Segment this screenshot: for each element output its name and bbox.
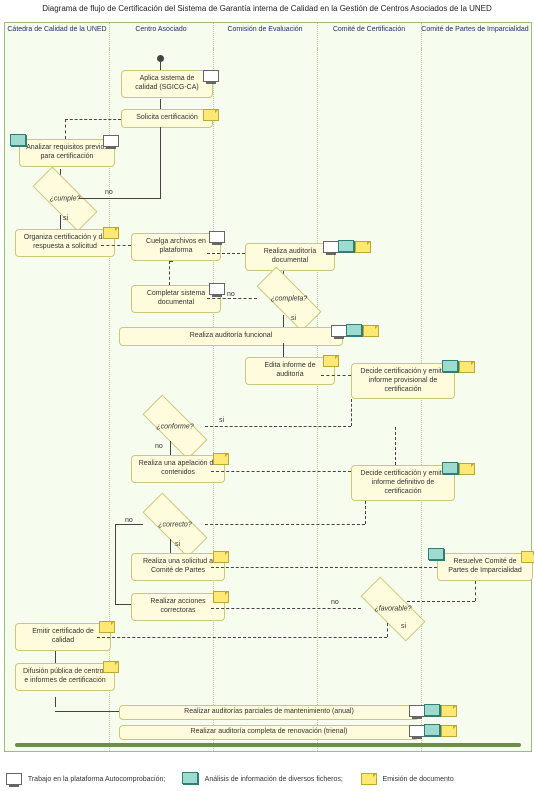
document-icon [213, 453, 229, 465]
computer-icon [6, 773, 22, 785]
label-no: no [227, 291, 235, 298]
activity-resuelve: Resuelve Comité de Partes de Imparcialid… [437, 553, 533, 581]
activity-decide-prov: Decide certificación y emite informe pro… [351, 363, 455, 399]
document-icon [213, 551, 229, 563]
lane-header-catedra: Cátedra de Calidad de la UNED [5, 23, 110, 50]
computer-icon [209, 231, 225, 243]
diagram-canvas: { "title": "Diagrama de flujo de Certifi… [0, 0, 534, 791]
computer-icon [203, 70, 219, 82]
legend: Trabajo en la plataforma Autocomprobació… [6, 773, 528, 785]
activity-analizar: Analizar requisitos previos para certifi… [19, 139, 115, 167]
document-icon [441, 725, 457, 737]
label-no: no [125, 517, 133, 524]
document-icon [521, 551, 534, 563]
stack-icon [443, 361, 459, 373]
document-icon [459, 463, 475, 475]
start-node [157, 55, 164, 62]
computer-icon [103, 135, 119, 147]
lane-header-comision: Comisión de Evaluación [213, 23, 318, 50]
computer-icon [323, 241, 339, 253]
label-si: si [175, 541, 180, 548]
legend-comp: Trabajo en la plataforma Autocomprobació… [28, 776, 166, 783]
computer-icon [409, 705, 425, 717]
computer-icon [209, 283, 225, 295]
stack-icon [425, 705, 441, 717]
document-icon [459, 361, 475, 373]
label-no: no [155, 443, 163, 450]
computer-icon [331, 325, 347, 337]
activity-edita: Edita informe de auditoría [245, 357, 335, 385]
document-icon [323, 355, 339, 367]
stack-icon [11, 135, 27, 147]
activity-aud-trienal: Realizar auditoría completa de renovació… [119, 725, 419, 740]
document-icon [103, 227, 119, 239]
decision-completa: ¿completa? [256, 266, 321, 331]
document-icon [355, 241, 371, 253]
decision-favorable: ¿favorable? [360, 576, 425, 641]
stack-icon [429, 549, 445, 561]
label-si: si [401, 623, 406, 630]
document-icon [363, 325, 379, 337]
activity-realiza-doc: Realiza auditoría documental [245, 243, 335, 271]
label-si: si [291, 315, 296, 322]
activity-acciones: Realizar acciones correctoras [131, 593, 225, 621]
activity-solicita: Solicita certificación [121, 109, 213, 128]
document-icon [103, 661, 119, 673]
activity-apelacion: Realiza una apelación de contenidos [131, 455, 225, 483]
decision-conforme: ¿conforme? [142, 394, 207, 459]
document-icon [213, 591, 229, 603]
document-icon [361, 773, 377, 785]
stack-icon [443, 463, 459, 475]
activity-cuelga: Cuelga archivos en plataforma [131, 233, 221, 261]
activity-aplica: Aplica sistema de calidad (SGICG-CA) [121, 70, 213, 98]
document-icon [441, 705, 457, 717]
lane-header-comite-partes: Comité de Partes de Imparcialidad [421, 23, 529, 50]
label-no: no [331, 599, 339, 606]
stack-icon [425, 725, 441, 737]
document-icon [203, 109, 219, 121]
label-si: si [63, 215, 68, 222]
activity-aud-anual: Realizar auditorías parciales de manteni… [119, 705, 419, 720]
activity-decide-def: Decide certificación y emite informe def… [351, 465, 455, 501]
activity-realiza-func: Realiza auditoría funcional [119, 327, 343, 346]
document-icon [99, 621, 115, 633]
lane-header-comite-cert: Comité de Certificación [317, 23, 422, 50]
activity-difusion: Difusión pública de centros e informes d… [15, 663, 115, 691]
legend-stack: Análisis de información de diversos fich… [205, 776, 343, 783]
diagram-title: Diagrama de flujo de Certificación del S… [0, 4, 534, 13]
lane-header-centro: Centro Asociado [109, 23, 214, 50]
stack-icon [347, 325, 363, 337]
label-no: no [105, 189, 113, 196]
stack-icon [339, 241, 355, 253]
computer-icon [409, 725, 425, 737]
stack-icon [183, 773, 199, 785]
end-bar [15, 743, 521, 747]
activity-organiza: Organiza certificación y da respuesta a … [15, 229, 115, 257]
label-si: si [219, 417, 224, 424]
swimlane-pool: Cátedra de Calidad de la UNED Centro Aso… [4, 22, 532, 752]
legend-doc: Emisión de documento [383, 776, 454, 783]
